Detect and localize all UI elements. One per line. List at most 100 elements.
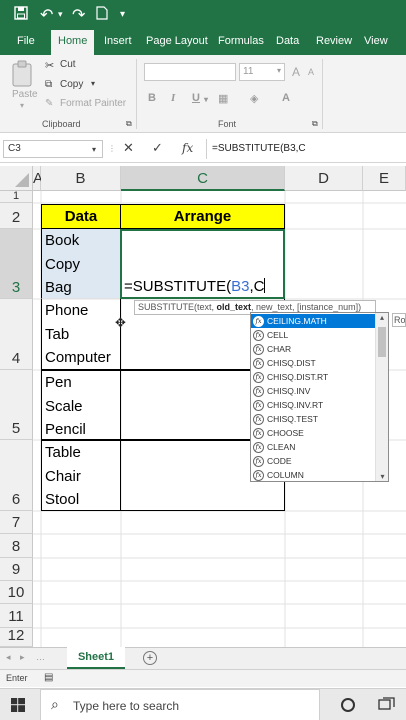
font-launcher-icon[interactable]: ⧉ <box>312 119 318 129</box>
tab-page-layout[interactable]: Page Layout <box>146 35 208 47</box>
name-box-dropdown-icon[interactable]: ▾ <box>92 145 96 154</box>
function-autocomplete-list[interactable]: fx CEILING.MATH fx CELL fx CHAR fx CHISQ.DIST fx… <box>250 312 389 482</box>
cortana-icon[interactable] <box>341 698 355 712</box>
new-file-icon[interactable] <box>96 5 108 24</box>
cell-c3-editing[interactable]: =SUBSTITUTE(B3,C <box>120 229 285 299</box>
row-header-7[interactable]: 7 <box>0 511 33 534</box>
tab-review[interactable]: Review <box>316 35 352 47</box>
tab-file[interactable]: File <box>17 35 35 47</box>
scroll-down-icon[interactable]: ▾ <box>376 472 389 481</box>
font-color-icon[interactable]: A <box>282 92 290 104</box>
autocomplete-item[interactable]: fx COLUMN <box>251 468 375 482</box>
column-header-b[interactable]: B <box>41 166 121 191</box>
format-painter-button[interactable]: Format Painter <box>60 98 126 109</box>
resize-handle-icon[interactable]: ⋮ <box>108 144 116 153</box>
row-header-1[interactable]: 1 <box>0 190 33 203</box>
taskbar-search-box[interactable]: ⌕ Type here to search <box>40 689 320 720</box>
scrollbar-thumb[interactable] <box>378 327 386 357</box>
column-header-e[interactable]: E <box>363 166 406 191</box>
formula-input[interactable]: =SUBSTITUTE(B3,C <box>212 143 306 154</box>
tab-view[interactable]: View <box>364 35 388 47</box>
autocomplete-item[interactable]: fx CLEAN <box>251 440 375 454</box>
column-header-a[interactable]: A <box>33 166 43 191</box>
row-header-9[interactable]: 9 <box>0 558 33 581</box>
tab-data[interactable]: Data <box>276 35 299 47</box>
underline-dropdown-icon[interactable]: ▾ <box>204 95 208 104</box>
add-sheet-icon[interactable]: + <box>143 651 157 665</box>
accessibility-icon[interactable]: ▤ <box>44 672 53 683</box>
row-header-5[interactable]: 5 <box>0 370 33 440</box>
undo-icon[interactable]: ↶ <box>40 5 53 24</box>
shrink-font-icon[interactable]: A <box>308 67 314 77</box>
borders-icon[interactable]: ▦ <box>218 92 228 105</box>
row-header-12[interactable]: 12 <box>0 627 33 647</box>
autocomplete-item[interactable]: fx CHISQ.TEST <box>251 412 375 426</box>
row-header-4[interactable]: 4 <box>0 299 33 370</box>
cell-b4[interactable]: Phone Tab Computer <box>41 299 121 370</box>
autocomplete-item-label: CLEAN <box>267 442 296 452</box>
sheet-tab-bar: ◂ ▸ … Sheet1 + <box>0 647 406 669</box>
cell-b3[interactable]: Book Copy Bag <box>41 229 121 299</box>
autocomplete-item[interactable]: fx CEILING.MATH <box>251 314 375 328</box>
sheet-nav-more-icon[interactable]: … <box>36 652 45 662</box>
row-header-2[interactable]: 2 <box>0 203 33 229</box>
sheet-nav-prev-icon[interactable]: ◂ <box>6 652 11 663</box>
autocomplete-item[interactable]: fx CHOOSE <box>251 426 375 440</box>
paste-button[interactable]: Paste <box>12 89 38 100</box>
cut-icon[interactable]: ✂ <box>45 59 54 72</box>
insert-function-icon[interactable]: fx <box>182 141 193 155</box>
task-view-icon[interactable] <box>378 697 396 718</box>
windows-start-icon[interactable] <box>11 698 25 717</box>
cell-b5[interactable]: Pen Scale Pencil <box>41 370 121 440</box>
tab-insert[interactable]: Insert <box>104 35 132 47</box>
row-header-10[interactable]: 10 <box>0 581 33 604</box>
autocomplete-item[interactable]: fx CODE <box>251 454 375 468</box>
copy-icon[interactable]: ⧉ <box>45 79 52 90</box>
autocomplete-item[interactable]: fx CELL <box>251 328 375 342</box>
sheet-tab-sheet1[interactable]: Sheet1 <box>67 647 125 669</box>
grow-font-icon[interactable]: A <box>292 65 300 79</box>
scroll-up-icon[interactable]: ▴ <box>376 313 388 322</box>
autocomplete-item[interactable]: fx CHISQ.INV.RT <box>251 398 375 412</box>
copy-button[interactable]: Copy <box>60 79 83 90</box>
customize-qat-icon[interactable]: ▾ <box>120 9 125 20</box>
cancel-icon[interactable]: ✕ <box>123 141 134 156</box>
fill-color-icon[interactable]: ◈ <box>250 92 258 105</box>
format-painter-icon[interactable]: ✎ <box>45 98 53 109</box>
cell-b2[interactable]: Data <box>41 204 121 229</box>
column-header-c[interactable]: C <box>121 166 285 191</box>
clipboard-launcher-icon[interactable]: ⧉ <box>126 119 132 129</box>
sheet-nav-next-icon[interactable]: ▸ <box>20 652 25 663</box>
autocomplete-item[interactable]: fx CHISQ.DIST <box>251 356 375 370</box>
cell-edit-text[interactable]: =SUBSTITUTE(B3,C <box>124 278 266 295</box>
bold-button[interactable]: B <box>148 92 156 104</box>
underline-button[interactable]: U <box>192 92 200 104</box>
row-header-3[interactable]: 3 <box>0 229 33 299</box>
cell-c2[interactable]: Arrange <box>120 204 285 229</box>
cut-button[interactable]: Cut <box>60 59 76 70</box>
redo-icon[interactable]: ↷ <box>72 5 85 24</box>
paste-icon[interactable] <box>10 60 36 88</box>
copy-dropdown-icon[interactable]: ▾ <box>91 79 95 88</box>
autocomplete-item[interactable]: fx CHISQ.DIST.RT <box>251 370 375 384</box>
autocomplete-item[interactable]: fx CHISQ.INV <box>251 384 375 398</box>
enter-icon[interactable]: ✓ <box>152 141 163 156</box>
row-header-6[interactable]: 6 <box>0 440 33 511</box>
undo-dropdown-icon[interactable]: ▾ <box>58 10 63 20</box>
tab-formulas[interactable]: Formulas <box>218 35 264 47</box>
autocomplete-item[interactable]: fx CHAR <box>251 342 375 356</box>
column-header-d[interactable]: D <box>285 166 363 191</box>
paste-dropdown-icon[interactable]: ▾ <box>20 101 24 110</box>
save-icon[interactable] <box>14 5 28 24</box>
row-header-8[interactable]: 8 <box>0 534 33 558</box>
tab-home[interactable]: Home <box>51 30 95 55</box>
select-all-corner[interactable] <box>0 166 33 191</box>
font-size-dropdown-icon[interactable]: ▾ <box>277 66 281 75</box>
italic-button[interactable]: I <box>171 92 175 104</box>
row-header-11[interactable]: 11 <box>0 604 33 628</box>
autocomplete-scrollbar[interactable]: ▴ ▾ <box>375 313 388 481</box>
font-name-box[interactable] <box>144 63 236 81</box>
cell-b6[interactable]: Table Chair Stool <box>41 440 121 511</box>
name-box[interactable]: C3 <box>3 140 103 158</box>
font-size-box[interactable]: 11 ▾ <box>239 63 285 81</box>
